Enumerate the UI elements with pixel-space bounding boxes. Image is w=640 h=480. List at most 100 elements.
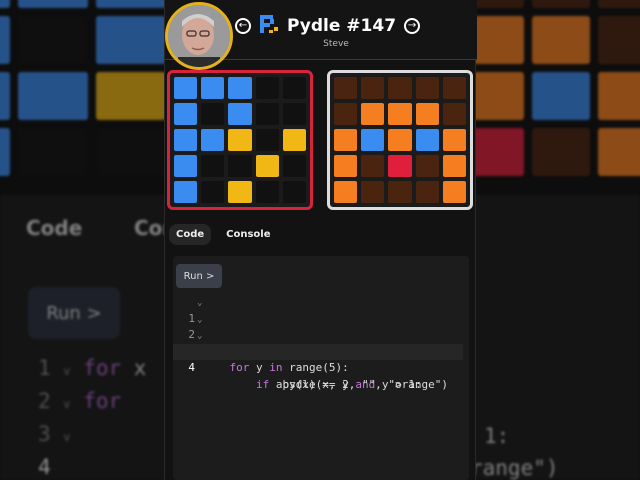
board-cell <box>201 181 225 203</box>
board-cell <box>388 181 412 203</box>
background-cell <box>0 0 10 8</box>
editor-tabs: Code Console <box>169 224 278 245</box>
board-cell <box>255 155 279 177</box>
tab-code[interactable]: Code <box>169 224 212 245</box>
board-cell <box>255 77 279 99</box>
title-row: ← Pydle #147 → <box>235 14 421 38</box>
board-cell <box>361 103 385 125</box>
code-editor[interactable]: Run > 1 ⌄ for x in range(-2, 3): 2 ⌄ for… <box>173 256 469 480</box>
fold-chevron-icon[interactable]: ⌄ <box>197 328 202 345</box>
background-cell <box>532 128 590 176</box>
board-cell <box>361 181 385 203</box>
background-cell <box>598 72 640 120</box>
puzzle-title: Pydle #147 <box>287 16 397 36</box>
board-cell <box>174 129 198 151</box>
board-cell <box>361 155 385 177</box>
board-cell <box>442 155 466 177</box>
background-cell <box>532 0 590 8</box>
fold-chevron-icon[interactable]: ⌄ <box>197 312 202 329</box>
background-cell <box>0 128 10 176</box>
board-cell <box>334 129 358 151</box>
board-cell <box>415 155 439 177</box>
background-cell <box>532 16 590 64</box>
background-cell <box>598 128 640 176</box>
board-cell <box>174 77 198 99</box>
board-cell <box>388 155 412 177</box>
board-cell <box>442 77 466 99</box>
board-cell <box>415 103 439 125</box>
background-cell <box>96 16 166 64</box>
arrow-right-circle-icon[interactable]: → <box>404 18 421 34</box>
background-cell <box>532 72 590 120</box>
background-cell <box>0 16 10 64</box>
code-text: pydle(x, y, "", "orange") <box>203 377 449 391</box>
user-output-board <box>167 70 313 210</box>
board-cell <box>282 77 306 99</box>
board-cell <box>201 129 225 151</box>
board-cell <box>282 103 306 125</box>
board-cell <box>255 129 279 151</box>
background-code-fragment-2: range") <box>470 456 559 480</box>
tab-console[interactable]: Console <box>219 224 277 245</box>
board-cell <box>282 129 306 151</box>
line-number: 4 <box>188 361 195 374</box>
background-cell <box>18 16 88 64</box>
board-cell <box>388 103 412 125</box>
background-cell <box>18 0 88 8</box>
board-cell <box>201 155 225 177</box>
background-cell <box>598 0 640 8</box>
target-board <box>327 70 473 210</box>
board-cell <box>415 129 439 151</box>
board-cell <box>334 103 358 125</box>
arrow-left-circle-icon[interactable]: ← <box>235 18 251 34</box>
board-cell <box>415 77 439 99</box>
board-cell <box>442 129 466 151</box>
code-line[interactable]: 1 ⌄ for x in range(-2, 3): <box>173 294 469 358</box>
board-cell <box>388 129 412 151</box>
board-cell <box>282 155 306 177</box>
board-cell <box>442 181 466 203</box>
pydle-app: ← Pydle #147 → Steve Code Console Run > … <box>164 0 477 480</box>
board-cell <box>415 181 439 203</box>
board-cell <box>201 77 225 99</box>
board-cell <box>255 181 279 203</box>
board-cell <box>255 103 279 125</box>
code-line[interactable]: 3 ⌄ if abs(x) == 2 and y > 1: <box>173 327 469 391</box>
background-run-button: Run > <box>28 287 120 339</box>
screen: Code Console Run > 1 v for x 2 v for 3 v… <box>0 0 640 480</box>
background-line-numbers: 1 v for x 2 v for 3 v 4 <box>38 356 147 479</box>
board-cell <box>201 103 225 125</box>
board-cell <box>228 129 252 151</box>
background-tab-code: Code <box>26 216 83 240</box>
background-cell <box>96 128 166 176</box>
board-cell <box>334 77 358 99</box>
board-cell <box>334 181 358 203</box>
code-line-active[interactable]: 4 pydle(x, y, "", "orange") <box>173 343 463 391</box>
board-cell <box>228 155 252 177</box>
code-line[interactable]: 2 ⌄ for y in range(5): <box>173 311 469 375</box>
board-cell <box>361 77 385 99</box>
code-area[interactable]: 1 ⌄ for x in range(-2, 3): 2 ⌄ for y in … <box>173 294 469 391</box>
background-cell <box>96 72 166 120</box>
background-code-fragment-1: 1: <box>484 424 510 448</box>
background-cell <box>96 0 166 8</box>
avatar <box>165 2 233 70</box>
background-cell <box>18 72 88 120</box>
board-cell <box>282 181 306 203</box>
board-cell <box>174 103 198 125</box>
board-cell <box>174 155 198 177</box>
board-cell <box>361 129 385 151</box>
board-cell <box>388 77 412 99</box>
board-cell <box>228 181 252 203</box>
pydle-logo-icon <box>259 14 279 38</box>
board-cell <box>174 181 198 203</box>
board-cell <box>228 103 252 125</box>
board-cell <box>228 77 252 99</box>
fold-chevron-icon[interactable]: ⌄ <box>197 295 202 312</box>
background-cell <box>0 72 10 120</box>
board-cell <box>334 155 358 177</box>
background-cell <box>18 128 88 176</box>
board-cell <box>442 103 466 125</box>
run-button[interactable]: Run > <box>176 264 222 288</box>
background-cell <box>598 16 640 64</box>
